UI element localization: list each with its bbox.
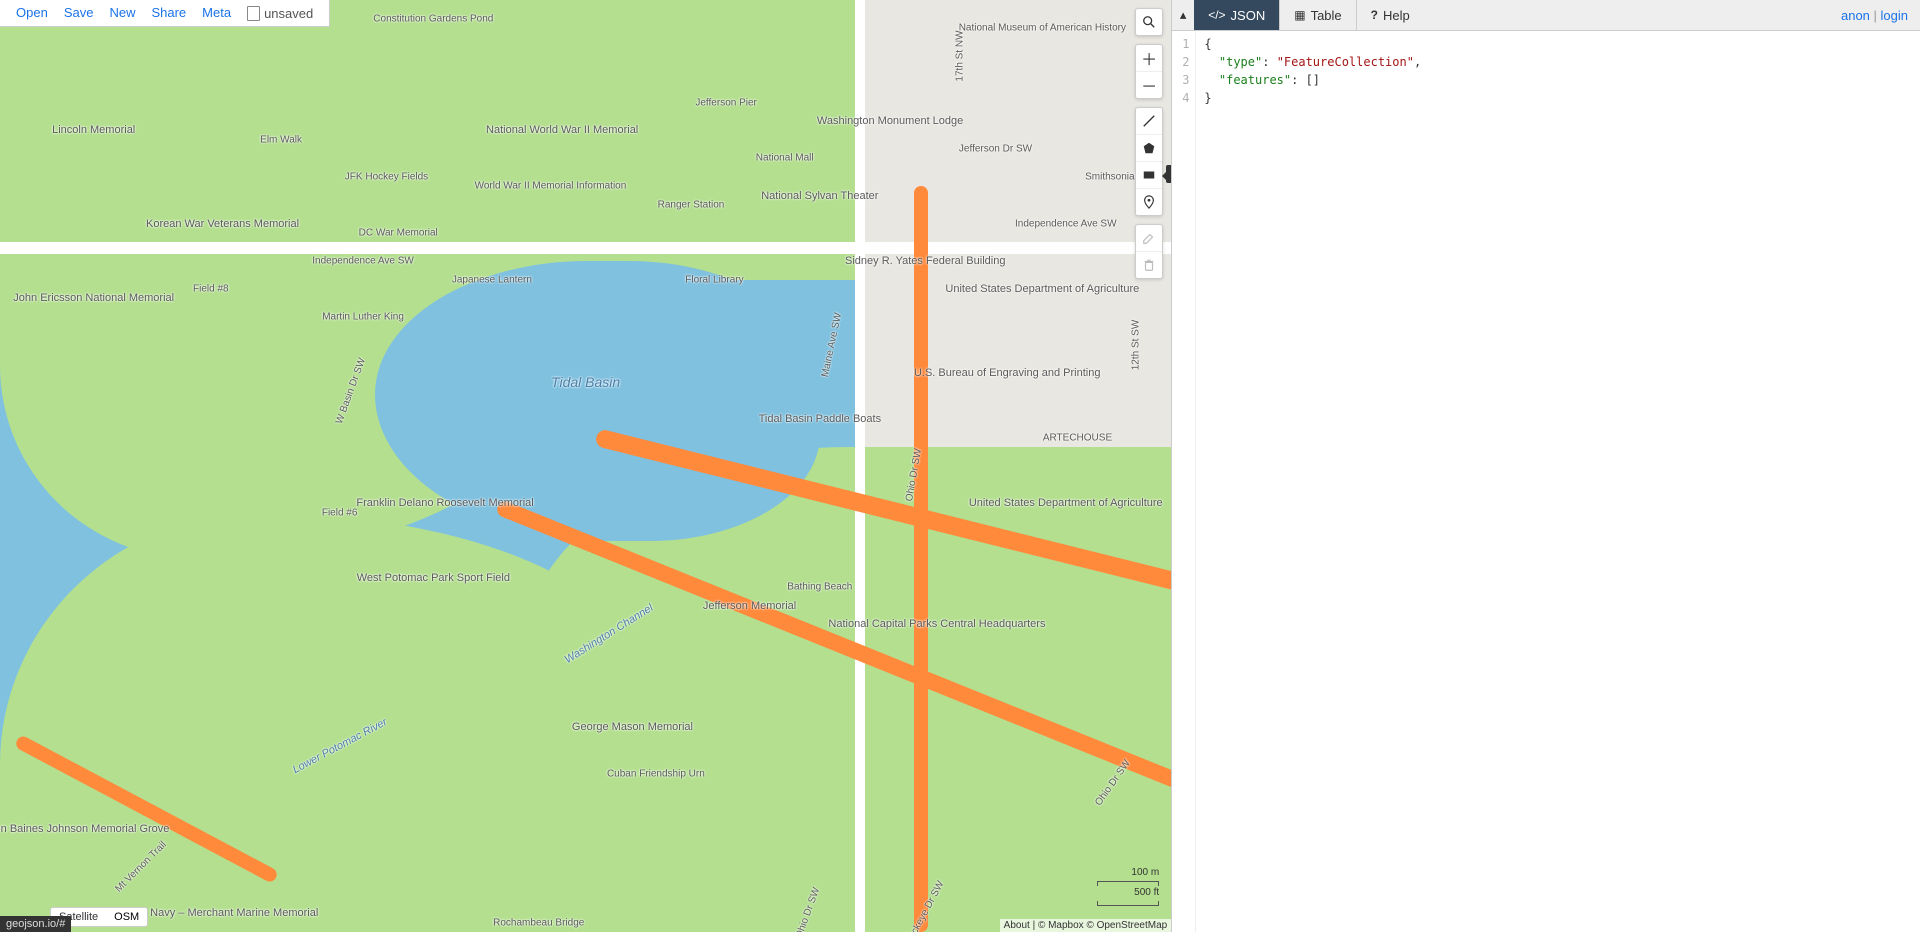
url-tag: geojson.io/# [0,916,71,932]
auth-links: anon | login [1829,8,1920,23]
tab-table[interactable]: ▦ Table [1280,0,1356,30]
auth-login[interactable]: login [1881,8,1908,23]
map-pane[interactable]: Constitution Gardens Pond Lincoln Memori… [0,0,1171,932]
menu-meta[interactable]: Meta [194,0,239,26]
draw-line-button[interactable] [1136,108,1162,135]
scale-imperial: 500 ft [1097,886,1159,906]
tab-json[interactable]: </> JSON [1194,0,1280,30]
tab-help-label: Help [1383,8,1410,23]
tab-json-label: JSON [1231,8,1266,23]
search-button[interactable] [1136,9,1162,35]
line-icon [1142,114,1156,128]
help-icon: ? [1371,8,1378,22]
basemap-osm[interactable]: OSM [106,908,147,926]
document-icon [247,6,260,21]
chevron-up-icon: ▴ [1180,7,1187,22]
menu-new[interactable]: New [101,0,143,26]
draw-polygon-button[interactable] [1136,135,1162,162]
menu-bar: Open Save New Share Meta unsaved [0,0,330,27]
plus-icon: ＋ [1141,46,1157,70]
map-attribution[interactable]: About | © Mapbox © OpenStreetMap [1000,919,1172,932]
auth-anon[interactable]: anon [1841,8,1870,23]
table-icon: ▦ [1294,8,1305,22]
menu-open[interactable]: Open [8,0,56,26]
marker-icon [1142,195,1156,209]
draw-marker-button[interactable] [1136,189,1162,215]
tooltip-polygon: Draw a polygon [1166,165,1171,183]
search-icon [1142,15,1156,29]
delete-features-button[interactable] [1136,252,1162,278]
edit-features-button[interactable] [1136,225,1162,252]
tab-help[interactable]: ? Help [1357,0,1424,30]
edit-icon [1142,231,1156,245]
gutter: 1 2 3 4 [1172,31,1196,932]
draw-rectangle-button[interactable]: Draw a polygon [1136,162,1162,189]
zoom-out-button[interactable]: － [1136,72,1162,98]
menu-save[interactable]: Save [56,0,102,26]
scale-metric: 100 m [1097,866,1159,886]
zoom-in-button[interactable]: ＋ [1136,45,1162,72]
scale-bar: 100 m 500 ft [1097,866,1159,906]
file-status-label: unsaved [264,6,313,21]
map-canvas[interactable]: Constitution Gardens Pond Lincoln Memori… [0,0,1171,932]
trash-icon [1142,258,1156,272]
code-icon: </> [1208,8,1225,22]
tab-bar: ▴ </> JSON ▦ Table ? Help anon | login [1172,0,1920,31]
minus-icon: － [1141,73,1157,97]
menu-share[interactable]: Share [143,0,194,26]
polygon-icon [1142,141,1156,155]
collapse-pane-button[interactable]: ▴ [1172,7,1194,23]
rectangle-icon [1142,168,1156,182]
map-controls: ＋ － Draw a polygon [1135,8,1163,279]
code-pane: ▴ </> JSON ▦ Table ? Help anon | login [1171,0,1920,932]
file-status: unsaved [239,6,321,21]
tab-table-label: Table [1311,8,1342,23]
code-content[interactable]: { "type": "FeatureCollection", "features… [1196,31,1429,932]
code-editor[interactable]: 1 2 3 4 { "type": "FeatureCollection", "… [1172,31,1920,932]
